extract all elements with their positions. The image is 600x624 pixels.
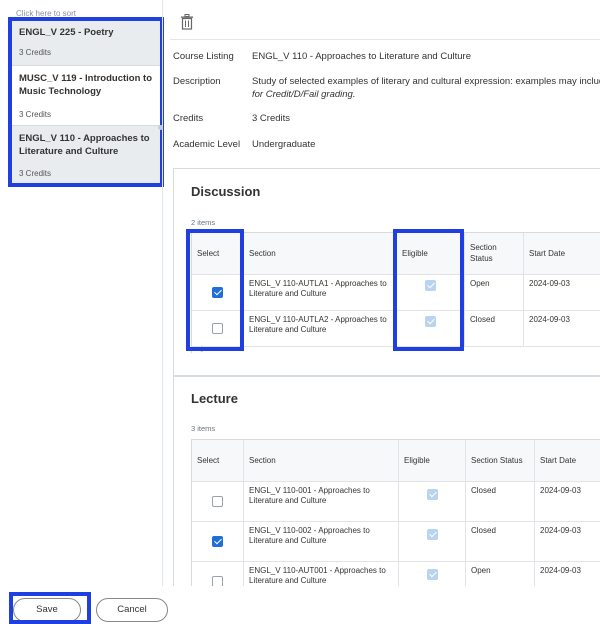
eligible-cell bbox=[399, 522, 466, 562]
lecture-table: Select Section Eligible Section Status S… bbox=[191, 439, 600, 602]
eligible-checkbox bbox=[425, 316, 436, 327]
eligible-cell bbox=[397, 311, 465, 347]
course-listing-label: Course Listing bbox=[173, 51, 234, 62]
academic-level-value: Undergraduate bbox=[252, 139, 316, 150]
discussion-title: Discussion bbox=[191, 184, 261, 199]
description-note: for Credit/D/Fail grading. bbox=[252, 89, 356, 100]
column-header-section-status[interactable]: Section Status bbox=[466, 440, 535, 482]
section-cell: ENGL_V 110-001 - Approaches to Literatur… bbox=[244, 482, 399, 522]
eligible-checkbox bbox=[427, 529, 438, 540]
table-row bbox=[192, 311, 244, 347]
section-cell: ENGL_V 110-AUTLA1 - Approaches to Litera… bbox=[244, 275, 397, 311]
eligible-checkbox bbox=[427, 569, 438, 580]
panel-divider bbox=[162, 0, 163, 590]
course-title: ENGL_V 225 - Poetry bbox=[19, 27, 114, 38]
column-header-section[interactable]: Section bbox=[244, 233, 397, 275]
sort-hint[interactable]: Click here to sort bbox=[16, 9, 76, 18]
course-title: MUSC_V 119 - Introduction to Music Techn… bbox=[19, 73, 153, 97]
description-value: Study of selected examples of literary a… bbox=[252, 76, 600, 87]
save-button[interactable]: Save bbox=[13, 598, 81, 622]
cancel-button[interactable]: Cancel bbox=[96, 598, 168, 622]
status-cell: Closed bbox=[466, 482, 535, 522]
course-credits: 3 Credits bbox=[19, 110, 52, 119]
select-checkbox[interactable] bbox=[212, 536, 223, 547]
select-checkbox[interactable] bbox=[212, 287, 223, 298]
section-cell: ENGL_V 110-AUTLA2 - Approaches to Litera… bbox=[244, 311, 397, 347]
eligible-checkbox bbox=[427, 489, 438, 500]
description-label: Description bbox=[173, 76, 221, 87]
discussion-table: Select Section Eligible Section Status S… bbox=[191, 232, 600, 353]
footer-bar bbox=[0, 586, 600, 624]
start-date-cell: 2024-09-03 bbox=[524, 275, 600, 311]
credits-value: 3 Credits bbox=[252, 113, 291, 124]
column-header-start-date[interactable]: Start Date bbox=[524, 233, 600, 275]
select-checkbox[interactable] bbox=[212, 323, 223, 334]
table-row bbox=[192, 275, 244, 311]
start-date-cell: 2024-09-03 bbox=[535, 522, 600, 562]
course-card-engl-110[interactable]: ENGL_V 110 - Approaches to Literature an… bbox=[11, 126, 161, 184]
column-header-start-date[interactable]: Start Date bbox=[535, 440, 600, 482]
course-credits: 3 Credits bbox=[19, 169, 52, 178]
status-cell: Open bbox=[465, 275, 524, 311]
discussion-panel: Discussion 2 items Select Section Eligib… bbox=[173, 168, 600, 376]
start-date-cell: 2024-09-03 bbox=[524, 311, 600, 347]
column-header-select: Select bbox=[192, 440, 244, 482]
course-card-engl-225[interactable]: ENGL_V 225 - Poetry 3 Credits bbox=[11, 20, 161, 66]
column-header-section[interactable]: Section bbox=[244, 440, 399, 482]
section-cell: ENGL_V 110-002 - Approaches to Literatur… bbox=[244, 522, 399, 562]
column-header-select: Select bbox=[192, 233, 244, 275]
course-list: ENGL_V 225 - Poetry 3 Credits MUSC_V 119… bbox=[11, 20, 161, 184]
eligible-cell bbox=[397, 275, 465, 311]
course-credits: 3 Credits bbox=[19, 48, 52, 57]
resize-handle[interactable] bbox=[158, 125, 163, 130]
eligible-cell bbox=[399, 482, 466, 522]
status-cell: Closed bbox=[465, 311, 524, 347]
select-checkbox[interactable] bbox=[212, 496, 223, 507]
status-cell: Closed bbox=[466, 522, 535, 562]
header-divider bbox=[170, 39, 600, 40]
lecture-count: 3 items bbox=[191, 424, 216, 433]
course-listing-value: ENGL_V 110 - Approaches to Literature an… bbox=[252, 51, 471, 62]
table-row bbox=[192, 482, 244, 522]
lecture-panel: Lecture 3 items Select Section Eligible … bbox=[173, 376, 600, 602]
table-row bbox=[192, 522, 244, 562]
column-header-eligible[interactable]: Eligible bbox=[397, 233, 465, 275]
credits-label: Credits bbox=[173, 113, 204, 124]
column-header-section-status[interactable]: Section Status bbox=[465, 233, 524, 275]
eligible-checkbox bbox=[425, 280, 436, 291]
course-title: ENGL_V 110 - Approaches to Literature an… bbox=[19, 133, 150, 157]
start-date-cell: 2024-09-03 bbox=[535, 482, 600, 522]
column-header-eligible[interactable]: Eligible bbox=[399, 440, 466, 482]
course-card-musc-119[interactable]: MUSC_V 119 - Introduction to Music Techn… bbox=[11, 66, 161, 126]
chevron-left-icon[interactable]: ◀ bbox=[197, 345, 202, 353]
trash-icon[interactable] bbox=[180, 14, 194, 30]
lecture-title: Lecture bbox=[191, 391, 238, 406]
academic-level-label: Academic Level bbox=[173, 139, 241, 150]
discussion-count: 2 items bbox=[191, 218, 216, 227]
